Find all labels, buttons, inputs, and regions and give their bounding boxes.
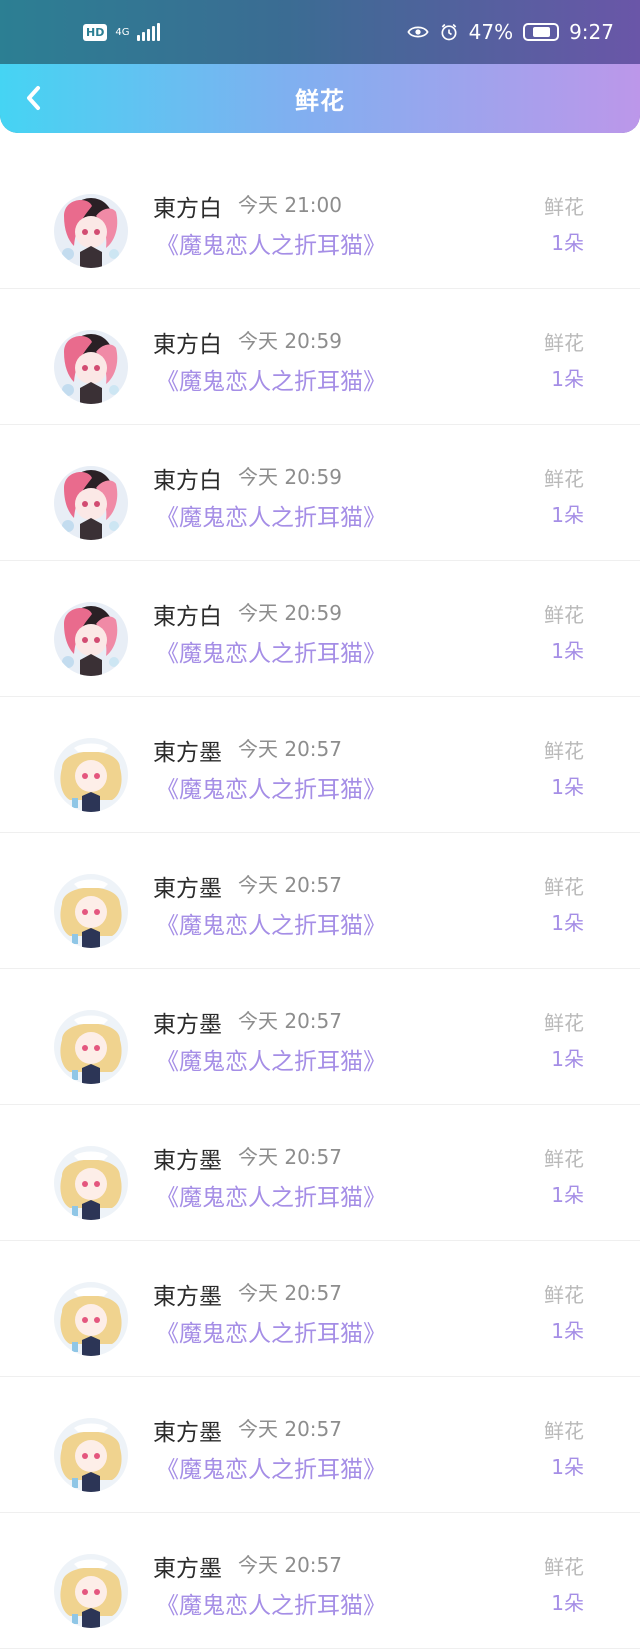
- list-item[interactable]: 東方墨 今天 20:57 《魔鬼恋人之折耳猫》 鲜花 1朵: [0, 1241, 640, 1377]
- avatar-pink-hair[interactable]: [54, 330, 128, 404]
- status-left: HD 4G: [83, 23, 161, 41]
- gift-type-label: 鲜花: [544, 1283, 584, 1307]
- gift-type-label: 鲜花: [544, 875, 584, 899]
- battery-percent: 47%: [468, 20, 514, 44]
- avatar-blonde-hair[interactable]: [54, 1418, 128, 1492]
- list-item[interactable]: 東方白 今天 20:59 《魔鬼恋人之折耳猫》 鲜花 1朵: [0, 289, 640, 425]
- gift-count: 1朵: [551, 231, 584, 255]
- gift-type-label: 鲜花: [544, 603, 584, 627]
- alarm-icon: [441, 23, 457, 41]
- gift-type-label: 鲜花: [544, 195, 584, 219]
- gift-count: 1朵: [551, 1455, 584, 1479]
- gift-count: 1朵: [551, 1047, 584, 1071]
- avatar-blonde-hair[interactable]: [54, 738, 128, 812]
- user-name[interactable]: 東方墨: [153, 1141, 222, 1175]
- list-item[interactable]: 東方墨 今天 20:57 《魔鬼恋人之折耳猫》 鲜花 1朵: [0, 1513, 640, 1649]
- user-name[interactable]: 東方墨: [153, 1277, 222, 1311]
- gift-type-label: 鲜花: [544, 1147, 584, 1171]
- avatar-blonde-hair[interactable]: [54, 1010, 128, 1084]
- gift-count: 1朵: [551, 503, 584, 527]
- user-name[interactable]: 東方白: [153, 189, 222, 223]
- gift-count: 1朵: [551, 775, 584, 799]
- network-label: 4G: [115, 26, 130, 38]
- book-title-link[interactable]: 《魔鬼恋人之折耳猫》: [156, 1586, 386, 1620]
- eye-icon: [406, 26, 429, 38]
- page-title: 鲜花: [295, 87, 345, 115]
- user-name[interactable]: 東方墨: [153, 869, 222, 903]
- timestamp: 今天 20:57: [238, 1009, 342, 1033]
- gift-count: 1朵: [551, 367, 584, 391]
- user-name[interactable]: 東方白: [153, 325, 222, 359]
- book-title-link[interactable]: 《魔鬼恋人之折耳猫》: [156, 1450, 386, 1484]
- timestamp: 今天 20:59: [238, 465, 342, 489]
- book-title-link[interactable]: 《魔鬼恋人之折耳猫》: [156, 226, 386, 260]
- avatar-blonde-hair[interactable]: [54, 1146, 128, 1220]
- gift-count: 1朵: [551, 639, 584, 663]
- timestamp: 今天 20:59: [238, 329, 342, 353]
- book-title-link[interactable]: 《魔鬼恋人之折耳猫》: [156, 906, 386, 940]
- list-item[interactable]: 東方墨 今天 20:57 《魔鬼恋人之折耳猫》 鲜花 1朵: [0, 697, 640, 833]
- list-item[interactable]: 東方白 今天 20:59 《魔鬼恋人之折耳猫》 鲜花 1朵: [0, 425, 640, 561]
- timestamp: 今天 20:57: [238, 1553, 342, 1577]
- clock: 9:27: [569, 20, 614, 44]
- list-item[interactable]: 東方墨 今天 20:57 《魔鬼恋人之折耳猫》 鲜花 1朵: [0, 1105, 640, 1241]
- signal-icon: [137, 23, 161, 41]
- status-bar: HD 4G 47% 9:27: [0, 0, 640, 64]
- avatar-blonde-hair[interactable]: [54, 1554, 128, 1628]
- list-item[interactable]: 東方白 今天 20:59 《魔鬼恋人之折耳猫》 鲜花 1朵: [0, 561, 640, 697]
- timestamp: 今天 20:57: [238, 1281, 342, 1305]
- avatar-pink-hair[interactable]: [54, 602, 128, 676]
- battery-icon: [523, 23, 560, 41]
- gift-list: 東方白 今天 21:00 《魔鬼恋人之折耳猫》 鲜花 1朵 東方白 今天 20:…: [0, 133, 640, 1649]
- nav-bar: 鲜花: [0, 64, 640, 133]
- gift-type-label: 鲜花: [544, 739, 584, 763]
- book-title-link[interactable]: 《魔鬼恋人之折耳猫》: [156, 770, 386, 804]
- book-title-link[interactable]: 《魔鬼恋人之折耳猫》: [156, 362, 386, 396]
- status-right: 47% 9:27: [406, 20, 614, 44]
- gift-count: 1朵: [551, 1319, 584, 1343]
- user-name[interactable]: 東方白: [153, 597, 222, 631]
- book-title-link[interactable]: 《魔鬼恋人之折耳猫》: [156, 1042, 386, 1076]
- user-name[interactable]: 東方墨: [153, 1005, 222, 1039]
- timestamp: 今天 21:00: [238, 193, 342, 217]
- user-name[interactable]: 東方白: [153, 461, 222, 495]
- chevron-left-icon: [27, 86, 40, 110]
- avatar-pink-hair[interactable]: [54, 466, 128, 540]
- back-button[interactable]: [18, 82, 50, 114]
- header: HD 4G 47% 9:27 鲜花: [0, 0, 640, 133]
- book-title-link[interactable]: 《魔鬼恋人之折耳猫》: [156, 1314, 386, 1348]
- book-title-link[interactable]: 《魔鬼恋人之折耳猫》: [156, 1178, 386, 1212]
- gift-type-label: 鲜花: [544, 1419, 584, 1443]
- gift-count: 1朵: [551, 1183, 584, 1207]
- book-title-link[interactable]: 《魔鬼恋人之折耳猫》: [156, 498, 386, 532]
- gift-type-label: 鲜花: [544, 1555, 584, 1579]
- list-item[interactable]: 東方白 今天 21:00 《魔鬼恋人之折耳猫》 鲜花 1朵: [0, 153, 640, 289]
- gift-count: 1朵: [551, 911, 584, 935]
- gift-type-label: 鲜花: [544, 467, 584, 491]
- gift-count: 1朵: [551, 1591, 584, 1615]
- list-item[interactable]: 東方墨 今天 20:57 《魔鬼恋人之折耳猫》 鲜花 1朵: [0, 833, 640, 969]
- hd-indicator: HD: [83, 23, 108, 41]
- avatar-blonde-hair[interactable]: [54, 874, 128, 948]
- list-item[interactable]: 東方墨 今天 20:57 《魔鬼恋人之折耳猫》 鲜花 1朵: [0, 1377, 640, 1513]
- timestamp: 今天 20:57: [238, 1145, 342, 1169]
- user-name[interactable]: 東方墨: [153, 1413, 222, 1447]
- user-name[interactable]: 東方墨: [153, 733, 222, 767]
- timestamp: 今天 20:59: [238, 601, 342, 625]
- list-item[interactable]: 東方墨 今天 20:57 《魔鬼恋人之折耳猫》 鲜花 1朵: [0, 969, 640, 1105]
- avatar-blonde-hair[interactable]: [54, 1282, 128, 1356]
- book-title-link[interactable]: 《魔鬼恋人之折耳猫》: [156, 634, 386, 668]
- user-name[interactable]: 東方墨: [153, 1549, 222, 1583]
- timestamp: 今天 20:57: [238, 737, 342, 761]
- gift-type-label: 鲜花: [544, 331, 584, 355]
- avatar-pink-hair[interactable]: [54, 194, 128, 268]
- gift-type-label: 鲜花: [544, 1011, 584, 1035]
- timestamp: 今天 20:57: [238, 873, 342, 897]
- timestamp: 今天 20:57: [238, 1417, 342, 1441]
